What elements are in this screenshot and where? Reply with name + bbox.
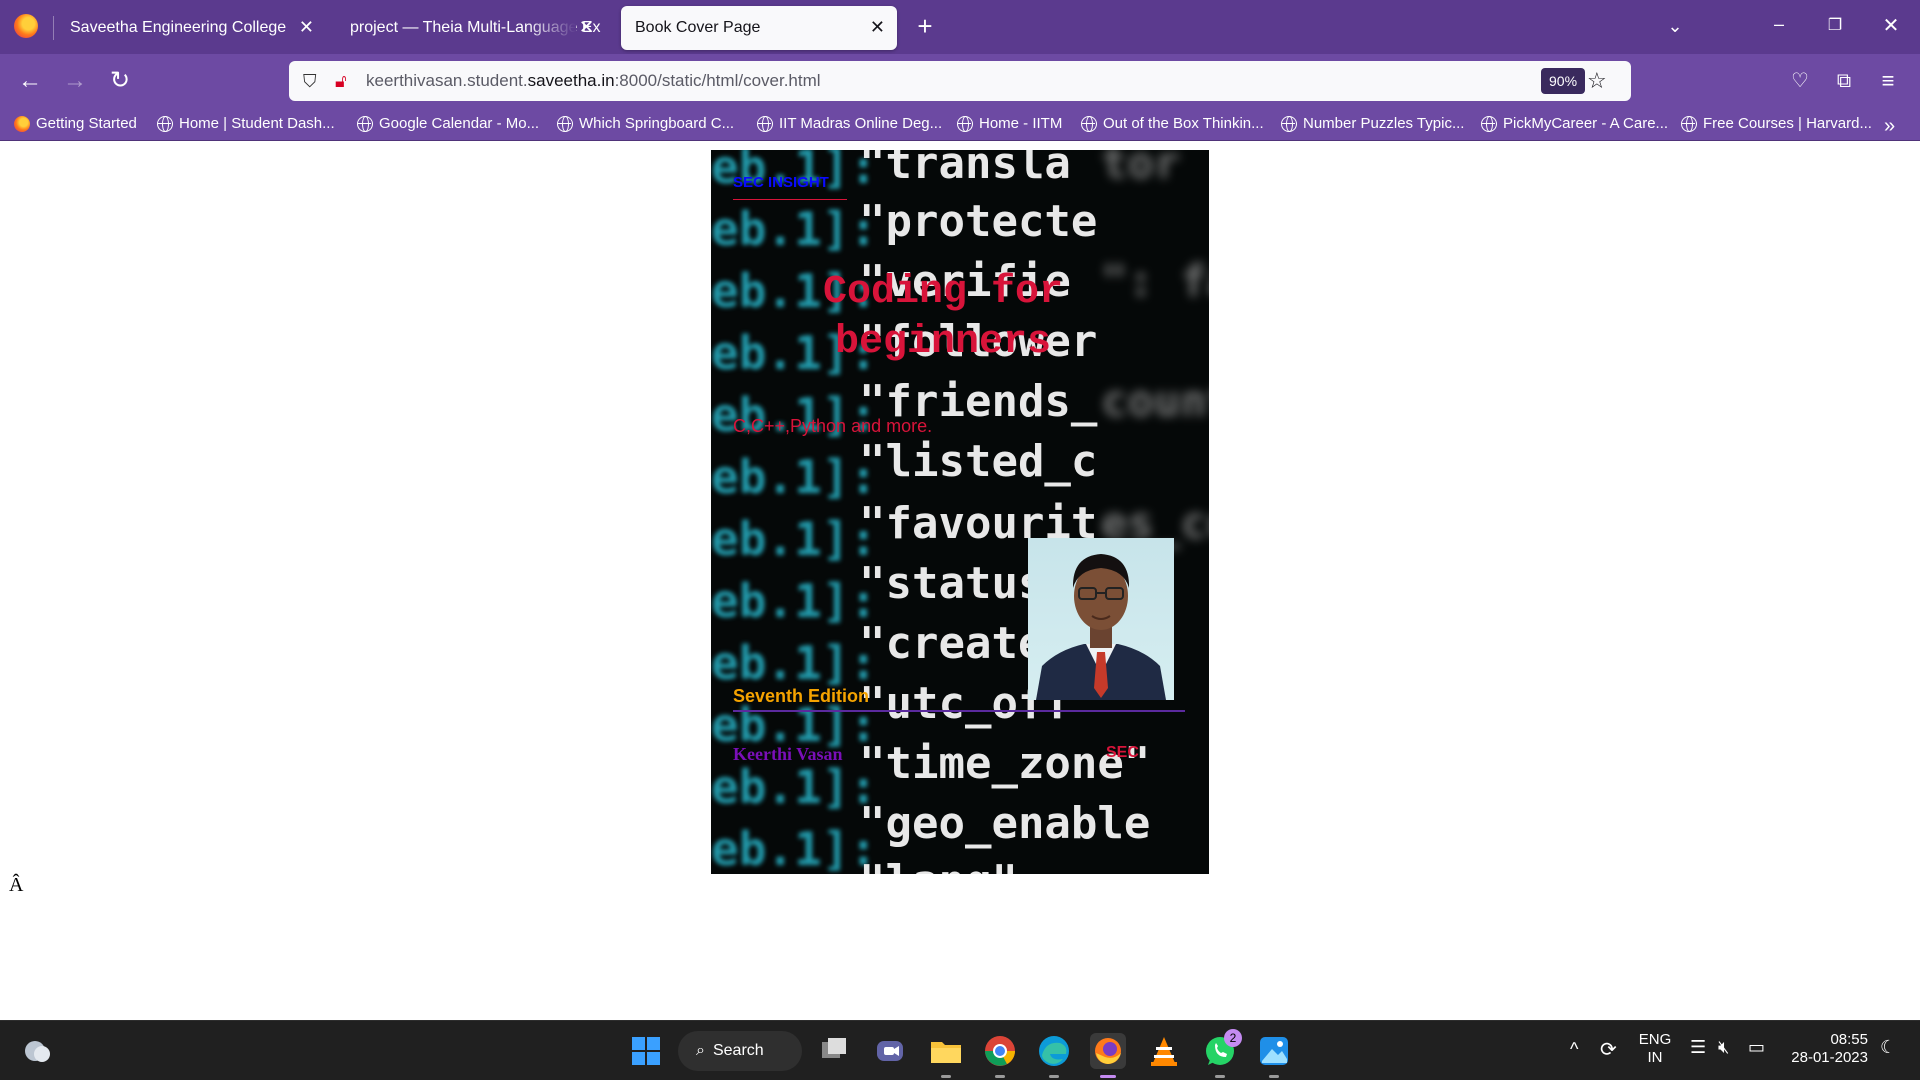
bookmark-iit-madras[interactable]: IIT Madras Online Deg... [757, 115, 942, 132]
tab-label: Book Cover Page [635, 19, 761, 36]
vlc-icon[interactable] [1146, 1033, 1182, 1069]
bookmark-number-puzzles[interactable]: Number Puzzles Typic... [1281, 115, 1464, 132]
navigation-toolbar: ← → ↻ ⛉ 🔓︎ keerthivasan.student.saveetha… [0, 54, 1920, 108]
reload-button[interactable]: ↻ [106, 67, 134, 95]
window-close-button[interactable]: ✕ [1876, 14, 1906, 38]
show-hidden-icons-chevron-icon[interactable]: ^ [1570, 1039, 1578, 1060]
bookmark-pickmycareer[interactable]: PickMyCareer - A Care... [1481, 115, 1668, 132]
bookmarks-toolbar: Getting Started Home | Student Dash... G… [0, 108, 1920, 141]
cover-edition: Seventh Edition [733, 686, 870, 706]
photos-app-icon[interactable] [1256, 1033, 1292, 1078]
bookmark-springboard[interactable]: Which Springboard C... [557, 115, 734, 132]
back-button[interactable]: ← [16, 67, 44, 95]
clock[interactable]: 08:55 28-01-2023 [1788, 1031, 1868, 1067]
weather-widget-icon[interactable] [20, 1033, 56, 1069]
chrome-icon[interactable] [982, 1033, 1018, 1078]
globe-icon [957, 115, 973, 132]
bookmark-star-icon[interactable]: ☆ [1587, 68, 1607, 94]
firefox-taskbar-icon[interactable] [1090, 1033, 1126, 1078]
hamburger-menu-icon[interactable]: ≡ [1874, 67, 1902, 95]
minimize-button[interactable]: – [1764, 12, 1794, 36]
start-button-icon[interactable] [628, 1033, 664, 1069]
globe-icon [757, 115, 773, 132]
taskbar-search-button[interactable]: ⌕ Search [678, 1031, 802, 1071]
extensions-icon[interactable]: ⧉ [1830, 67, 1858, 95]
bookmark-student-dashboard[interactable]: Home | Student Dash... [157, 115, 335, 132]
language-indicator[interactable]: ENG IN [1638, 1031, 1672, 1067]
tab-saveetha[interactable]: Saveetha Engineering College ✕ [56, 6, 326, 50]
forward-button[interactable]: → [61, 67, 89, 95]
close-icon[interactable]: ✕ [579, 17, 594, 37]
author-photo [1028, 538, 1174, 700]
restore-button[interactable]: ❐ [1820, 14, 1850, 38]
globe-icon [1281, 115, 1297, 132]
firefox-icon [14, 115, 30, 132]
insecure-lock-icon[interactable]: 🔓︎ [335, 71, 347, 91]
wifi-icon[interactable]: ☰ [1690, 1037, 1706, 1058]
tab-book-cover[interactable]: Book Cover Page ✕ [621, 6, 897, 50]
close-icon[interactable]: ✕ [870, 17, 885, 37]
firefox-menu-icon[interactable] [14, 14, 38, 38]
tab-separator [53, 16, 54, 40]
notifications-moon-icon[interactable]: ☾ [1880, 1037, 1896, 1058]
code-background-image: eb.1]: eb.1]: eb.1]: eb.1]: eb.1]: eb.1]… [711, 150, 1209, 874]
task-view-icon[interactable] [816, 1033, 852, 1069]
whatsapp-icon[interactable]: 2 [1202, 1029, 1242, 1078]
globe-icon [157, 115, 173, 132]
file-explorer-icon[interactable] [928, 1033, 964, 1078]
bookmark-out-of-the-box[interactable]: Out of the Box Thinkin... [1081, 115, 1264, 132]
bookmark-home-iitm[interactable]: Home - IITM [957, 115, 1062, 132]
cover-title: Coding for beginners [822, 270, 1064, 365]
tab-bar: Saveetha Engineering College ✕ project —… [0, 0, 1920, 54]
page-viewport: eb.1]: eb.1]: eb.1]: eb.1]: eb.1]: eb.1]… [0, 142, 1920, 1020]
cover-author: Keerthi Vasan [733, 744, 843, 764]
sync-icon[interactable]: ⟳ [1600, 1037, 1617, 1062]
globe-icon [1681, 115, 1697, 132]
url-text[interactable]: keerthivasan.student.saveetha.in:8000/st… [366, 71, 821, 91]
windows-taskbar: ⌕ Search 2 ^ ⟳ ENG IN ☰ 🔇︎ ▭ 08:55 28-01… [0, 1020, 1920, 1080]
book-cover: eb.1]: eb.1]: eb.1]: eb.1]: eb.1]: eb.1]… [711, 150, 1209, 874]
globe-icon [357, 115, 373, 132]
bookmark-harvard-courses[interactable]: Free Courses | Harvard... [1681, 115, 1872, 132]
bookmark-getting-started[interactable]: Getting Started [14, 115, 137, 132]
list-tabs-chevron-icon[interactable]: ⌄ [1660, 14, 1690, 38]
cover-subtitle: C,C++,Python and more. [733, 416, 933, 436]
zoom-level-badge[interactable]: 90% [1541, 68, 1586, 94]
new-tab-button[interactable]: + [910, 13, 940, 39]
teams-chat-icon[interactable] [872, 1033, 908, 1069]
globe-icon [1081, 115, 1097, 132]
volume-muted-icon[interactable]: 🔇︎ [1718, 1037, 1729, 1058]
url-bar[interactable]: ⛉ 🔓︎ keerthivasan.student.saveetha.in:80… [289, 61, 1631, 101]
notification-badge: 2 [1224, 1029, 1242, 1047]
close-icon[interactable]: ✕ [299, 17, 314, 37]
cover-insight-label: SEC INSIGHT [733, 174, 847, 200]
tab-label: Saveetha Engineering College [70, 19, 287, 36]
stray-character: Â [9, 874, 24, 896]
edge-icon[interactable] [1036, 1033, 1072, 1078]
pocket-icon[interactable]: ♡ [1786, 67, 1814, 95]
shield-icon[interactable]: ⛉ [303, 71, 317, 91]
globe-icon [1481, 115, 1497, 132]
search-icon: ⌕ [696, 1042, 705, 1059]
more-bookmarks-chevron-icon[interactable]: » [1884, 115, 1895, 138]
bookmark-google-calendar[interactable]: Google Calendar - Mo... [357, 115, 539, 132]
globe-icon [557, 115, 573, 132]
battery-icon[interactable]: ▭ [1748, 1037, 1765, 1058]
tab-project[interactable]: project — Theia Multi-Language Ex ✕ [336, 6, 606, 50]
cover-divider [733, 710, 1185, 712]
cover-publisher: SEC [1106, 744, 1139, 761]
